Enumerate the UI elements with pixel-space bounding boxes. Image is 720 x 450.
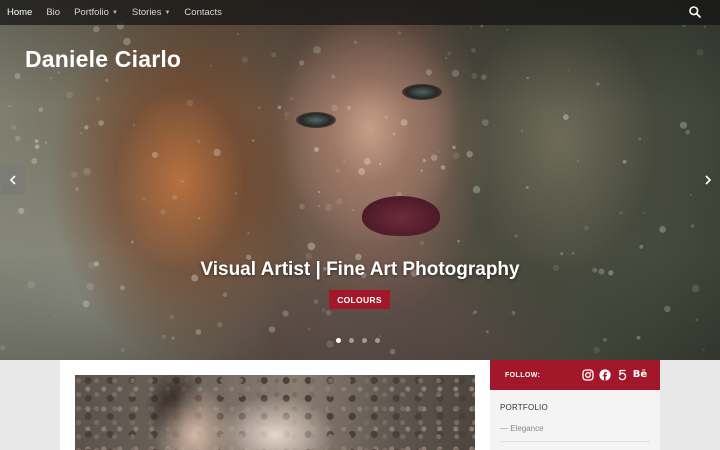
sidebar-link-elegance[interactable]: — Elegance bbox=[500, 424, 544, 433]
instagram-icon[interactable] bbox=[581, 368, 594, 381]
follow-bar: FOLLOW: Bē bbox=[490, 360, 660, 390]
sidebar: FOLLOW: Bē PORTFOLIO — Elegance bbox=[490, 360, 660, 450]
slider-next-button[interactable] bbox=[695, 165, 720, 195]
facebook-icon[interactable] bbox=[598, 368, 611, 381]
slider-prev-button[interactable] bbox=[0, 165, 25, 195]
social-links: Bē bbox=[577, 368, 648, 381]
nav-item-contacts[interactable]: Contacts bbox=[184, 0, 222, 25]
behance-icon[interactable]: Bē bbox=[632, 368, 648, 381]
slider-dot[interactable] bbox=[336, 338, 341, 343]
nav-item-bio[interactable]: Bio bbox=[46, 0, 60, 25]
nav-item-label: Home bbox=[7, 7, 33, 18]
nav-item-label: Stories bbox=[131, 7, 162, 18]
nav-item-label: Contacts bbox=[184, 7, 222, 18]
caret-down-icon: ▼ bbox=[111, 9, 118, 16]
slider-dot[interactable] bbox=[375, 338, 380, 343]
nav-item-portfolio[interactable]: Portfolio ▼ bbox=[74, 0, 118, 25]
nav-item-home[interactable]: Home bbox=[7, 0, 32, 25]
top-navigation: Home Bio Portfolio ▼ Stories ▼ Contacts bbox=[0, 0, 720, 25]
follow-label: FOLLOW: bbox=[505, 371, 541, 379]
nav-item-stories[interactable]: Stories ▼ bbox=[132, 0, 171, 25]
chevron-right-icon bbox=[704, 175, 711, 185]
slider-dot[interactable] bbox=[362, 338, 367, 343]
caret-down-icon: ▼ bbox=[164, 9, 171, 16]
site-title[interactable]: Daniele Ciarlo bbox=[25, 46, 181, 73]
behance-glyph: Bē bbox=[632, 369, 648, 380]
slider-dots bbox=[336, 338, 388, 343]
divider bbox=[500, 441, 650, 442]
chevron-left-icon bbox=[9, 175, 16, 185]
hero-caption: Visual Artist | Fine Art Photography bbox=[200, 259, 520, 280]
nav-item-label: Bio bbox=[46, 7, 61, 18]
post-thumbnail[interactable] bbox=[75, 375, 475, 450]
hero-category-badge[interactable]: COLOURS bbox=[329, 290, 390, 309]
search-icon[interactable] bbox=[688, 5, 702, 19]
slider-dot[interactable] bbox=[349, 338, 354, 343]
500px-icon[interactable] bbox=[615, 368, 628, 381]
sidebar-heading: PORTFOLIO bbox=[500, 403, 548, 412]
nav-item-label: Portfolio bbox=[74, 7, 109, 18]
